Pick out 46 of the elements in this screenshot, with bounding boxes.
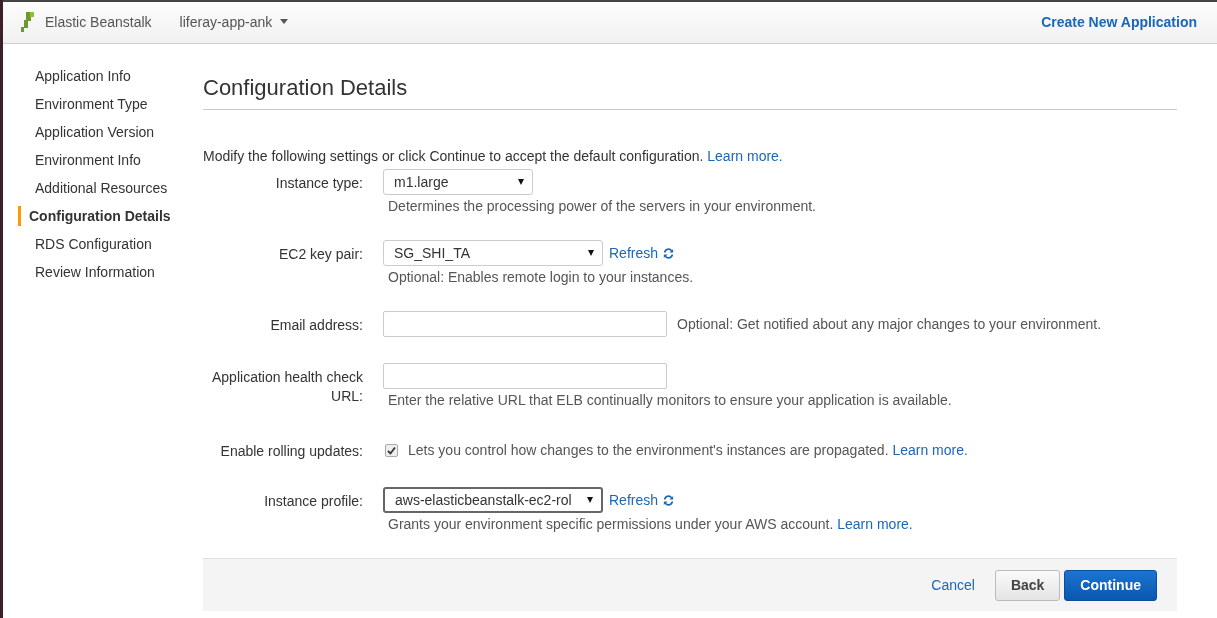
refresh-icon	[662, 246, 676, 260]
learn-more-link[interactable]: Learn more.	[707, 148, 783, 164]
text-input-field[interactable]	[383, 363, 667, 389]
refresh-link[interactable]: Refresh	[609, 492, 676, 508]
field-label: Instance type:	[274, 174, 363, 193]
sidebar-item[interactable]: Review Information	[6, 262, 203, 282]
sidebar-item[interactable]: RDS Configuration	[6, 234, 203, 254]
back-button[interactable]: Back	[994, 569, 1061, 601]
field-help-text: Optional: Enables remote login to your instances.	[388, 269, 694, 285]
dropdown-arrow-icon	[518, 179, 524, 185]
sidebar-item[interactable]: Application Version	[6, 122, 203, 142]
continue-button[interactable]: Continue	[1064, 569, 1157, 601]
field-label: Enable rolling updates:	[219, 442, 363, 461]
intro-text: Modify the following settings or click Continue to accept the default configuration.	[203, 148, 704, 164]
field-help-text: Enter the relative URL that ELB continually monitors to ensure your application is available.	[388, 392, 952, 408]
field-label: Email address:	[269, 316, 363, 335]
create-application-link[interactable]: Create New Application	[1041, 13, 1197, 30]
learn-more-link[interactable]: Learn more.	[837, 516, 913, 532]
application-dropdown[interactable]: liferay-app-ank	[179, 13, 289, 30]
sidebar-item[interactable]: Additional Resources	[6, 178, 203, 198]
beanstalk-logo-icon	[19, 10, 37, 33]
select-dropdown[interactable]: m1.large	[383, 169, 533, 195]
select-dropdown[interactable]: SG_SHI_TA	[383, 240, 603, 266]
sidebar-item[interactable]: Configuration Details	[18, 206, 203, 226]
page-title: Configuration Details	[203, 75, 1177, 110]
checkbox[interactable]	[385, 443, 398, 457]
sidebar-item[interactable]: Environment Type	[6, 94, 203, 114]
text-input-field[interactable]	[383, 311, 667, 337]
sidebar-item[interactable]: Environment Info	[6, 150, 203, 170]
field-help-text: Grants your environment specific permissions under your AWS account.	[388, 516, 834, 532]
cancel-link[interactable]: Cancel	[931, 577, 975, 593]
sidebar-item[interactable]: Application Info	[6, 66, 203, 86]
select-dropdown[interactable]: aws-elasticbeanstalk-ec2-rol	[383, 487, 603, 513]
checkbox-description: Lets you control how changes to the environment's instances are propagated.	[408, 442, 889, 458]
field-label: Instance profile:	[263, 492, 363, 511]
caret-icon	[280, 19, 289, 24]
field-help-text: Determines the processing power of the servers in your environment.	[388, 198, 816, 214]
refresh-icon	[662, 493, 676, 507]
learn-more-link[interactable]: Learn more.	[892, 442, 968, 458]
dropdown-arrow-icon	[587, 497, 593, 503]
refresh-link[interactable]: Refresh	[609, 245, 676, 261]
product-name[interactable]: Elastic Beanstalk	[45, 13, 152, 30]
dropdown-arrow-icon	[588, 250, 594, 256]
field-help-text: Optional: Get notified about any major changes to your environment.	[677, 316, 1102, 332]
field-label: Application health check URL:	[211, 368, 363, 406]
field-label: EC2 key pair:	[277, 245, 363, 264]
